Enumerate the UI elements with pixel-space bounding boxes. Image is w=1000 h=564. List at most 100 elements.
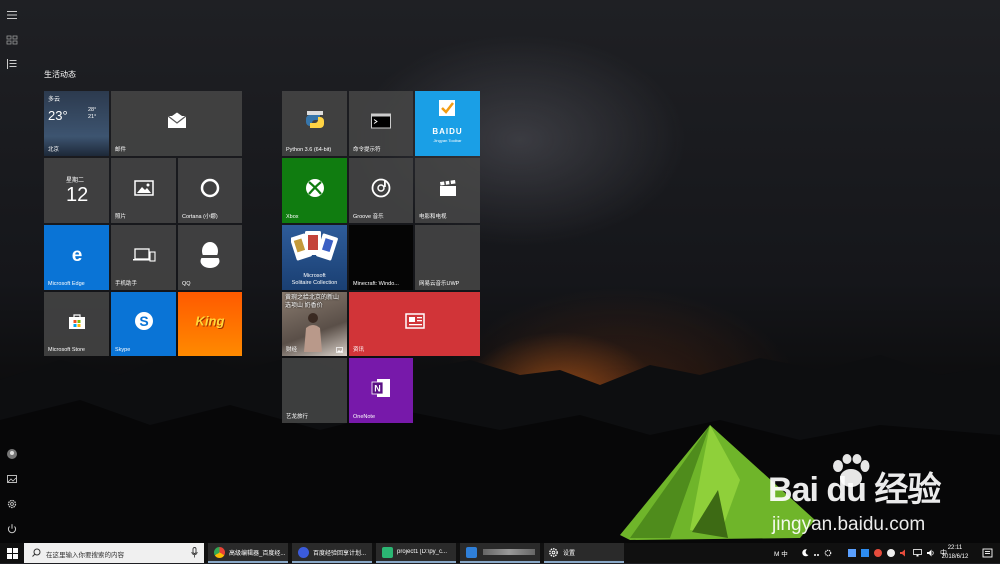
- photos-tile-label: 照片: [115, 214, 127, 220]
- qq-tile[interactable]: QQ: [178, 225, 242, 290]
- app-orb-icon: [298, 546, 309, 558]
- clock-date: 2018/6/12: [941, 553, 969, 560]
- movies-tile-label: 电影和电视: [419, 214, 447, 220]
- taskbar-app-title: project1 [D:\py_c...: [397, 549, 448, 555]
- input-method-indicator[interactable]: M 中: [774, 543, 788, 563]
- phone-companion-icon: [132, 248, 156, 262]
- pycharm-icon: [382, 546, 393, 558]
- calendar-weekday: 星期二: [66, 178, 85, 184]
- app-tray-icon[interactable]: [874, 549, 882, 557]
- edge-tile-label: Microsoft Edge: [48, 281, 85, 287]
- xbox-tile[interactable]: Xbox: [282, 158, 347, 223]
- ime-label: M 中: [774, 551, 788, 558]
- settings-gear-icon: [549, 547, 558, 557]
- tiles-view-icon[interactable]: [0, 28, 24, 52]
- yilong-travel-tile[interactable]: 艺龙旅行: [282, 358, 347, 423]
- taskbar-app-vscode[interactable]: [460, 543, 540, 563]
- moon-icon[interactable]: [802, 549, 809, 557]
- user-avatar-icon[interactable]: [0, 442, 24, 466]
- weather-condition: 多云: [48, 97, 61, 103]
- netease-tile-label: 网易云音乐UWP: [419, 281, 460, 287]
- taskbar-app-pycharm[interactable]: project1 [D:\py_c...: [376, 543, 456, 563]
- start-button[interactable]: [0, 543, 24, 563]
- baidu-tile[interactable]: BAIDU Jingyan Toolbar: [415, 91, 480, 156]
- watermark-url: jingyan.baidu.com: [772, 514, 926, 535]
- mail-icon: [167, 112, 186, 128]
- taskbar-search-box[interactable]: 在这里输入你要搜索的内容: [24, 543, 204, 563]
- vscode-icon: [466, 546, 477, 558]
- onenote-icon: N: [371, 378, 390, 397]
- cmd-tile[interactable]: 命令提示符: [349, 91, 413, 156]
- system-tray-icons: [802, 543, 832, 563]
- minecraft-tile-label: Minecraft: Windo...: [353, 281, 399, 287]
- taskbar: 在这里输入你要搜索的内容 高级编辑器_百度经... 百度经验回享计划... pr…: [0, 543, 1000, 563]
- minecraft-tile[interactable]: Minecraft: Windo...: [349, 225, 413, 290]
- weather-temperature: 23°: [48, 108, 68, 123]
- power-icon[interactable]: [0, 517, 24, 541]
- playing-cards-icon: [291, 231, 338, 261]
- speaker-muted-icon[interactable]: [900, 549, 908, 557]
- clock-time: 22:11: [947, 545, 963, 551]
- groove-tile-label: Groove 音乐: [353, 214, 384, 220]
- windows-logo-icon: [6, 547, 18, 559]
- solitaire-label-line2: Solitaire Collection: [291, 280, 338, 286]
- weather-low: 21°: [88, 114, 97, 120]
- qq-penguin-icon: [200, 241, 220, 268]
- news-tile[interactable]: 资讯: [349, 292, 480, 356]
- calendar-tile[interactable]: 星期二 12: [44, 158, 109, 223]
- store-tile-label: Microsoft Store: [48, 347, 85, 353]
- phone-companion-tile[interactable]: 手机助手: [111, 225, 176, 290]
- settings-gear-icon[interactable]: [0, 492, 24, 516]
- mail-tile[interactable]: 邮件: [111, 91, 242, 156]
- solitaire-label-line1: Microsoft: [303, 273, 326, 279]
- python-tile[interactable]: Python 3.6 (64-bit): [282, 91, 347, 156]
- all-apps-list-icon[interactable]: [0, 52, 24, 76]
- app-tray-icon[interactable]: [887, 549, 895, 557]
- microphone-icon[interactable]: [191, 547, 198, 558]
- skype-tile-label: Skype: [115, 347, 131, 353]
- search-placeholder: 在这里输入你要搜索的内容: [46, 552, 124, 559]
- photos-icon: [133, 180, 154, 196]
- solitaire-tile[interactable]: Microsoft Solitaire Collection: [282, 225, 347, 290]
- app-tray-icon[interactable]: [861, 549, 869, 557]
- weather-tile[interactable]: 多云 23° 28° 21° 北京: [44, 91, 109, 156]
- app-tray-icon[interactable]: [848, 549, 856, 557]
- action-center-button[interactable]: [982, 546, 995, 560]
- taskbar-app-browser[interactable]: 百度经验回享计划...: [292, 543, 372, 563]
- clapperboard-icon: [439, 179, 456, 196]
- store-tile[interactable]: Microsoft Store: [44, 292, 109, 356]
- ime-settings-icon[interactable]: [824, 549, 832, 557]
- baidu-jingyan-icon: [439, 100, 455, 116]
- baidu-tile-label: BAIDU: [432, 127, 463, 136]
- taskbar-app-title: 设置: [563, 550, 576, 557]
- news-photo-badge-icon: [336, 347, 343, 353]
- king-tile[interactable]: King: [178, 292, 242, 356]
- cortana-icon: [200, 178, 220, 198]
- taskbar-app-title: 高级编辑器_百度经...: [229, 550, 286, 557]
- taskbar-app-chrome[interactable]: 高级编辑器_百度经...: [208, 543, 288, 563]
- xbox-tile-label: Xbox: [286, 214, 299, 220]
- photos-tile[interactable]: 照片: [111, 158, 176, 223]
- onenote-tile-label: OneNote: [353, 414, 376, 420]
- xbox-icon: [305, 178, 324, 197]
- finance-photo-image: [304, 313, 322, 352]
- netease-music-tile[interactable]: 网易云音乐UWP: [415, 225, 480, 290]
- movies-tile[interactable]: 电影和电视: [415, 158, 480, 223]
- onenote-tile[interactable]: N OneNote: [349, 358, 413, 423]
- cmd-tile-label: 命令提示符: [353, 147, 381, 153]
- weather-city: 北京: [48, 147, 60, 153]
- cortana-tile[interactable]: Cortana (小娜): [178, 158, 242, 223]
- network-icon[interactable]: [913, 549, 922, 557]
- taskbar-app-settings[interactable]: 设置: [544, 543, 624, 563]
- groove-tile[interactable]: Groove 音乐: [349, 158, 413, 223]
- finance-headline: 黄琬之给北京的新山 选项山 奶香价: [285, 295, 340, 309]
- punctuation-icon[interactable]: [813, 549, 820, 557]
- skype-tile[interactable]: S Skype: [111, 292, 176, 356]
- edge-tile[interactable]: e Microsoft Edge: [44, 225, 109, 290]
- hamburger-menu-icon[interactable]: [0, 3, 24, 27]
- store-bag-icon: [68, 314, 85, 330]
- finance-tile[interactable]: 黄琬之给北京的新山 选项山 奶香价 财经: [282, 292, 347, 356]
- pictures-folder-icon[interactable]: [0, 467, 24, 491]
- taskbar-clock[interactable]: 22:11 2018/6/12: [930, 544, 980, 561]
- svg-text:e: e: [71, 245, 82, 265]
